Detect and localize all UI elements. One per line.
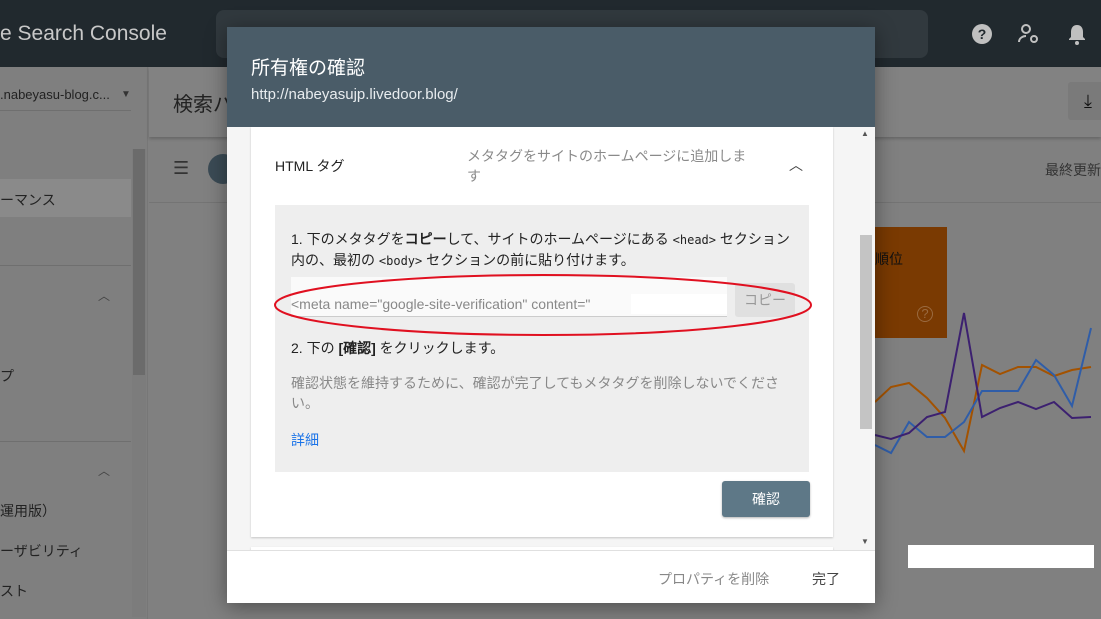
dialog-header: 所有権の確認 http://nabeyasujp.livedoor.blog/ [227, 27, 875, 127]
dialog-body: HTML タグ メタタグをサイトのホームページに追加します ︿ 1. 下のメタタ… [227, 127, 875, 550]
html-tag-method-panel: HTML タグ メタタグをサイトのホームページに追加します ︿ 1. 下のメタタ… [251, 127, 833, 537]
series-purple [874, 312, 1092, 441]
scroll-up-arrow-icon[interactable]: ▲ [861, 129, 869, 138]
instructions-box: 1. 下のメタタグをコピーして、サイトのホームページにある <head> セクシ… [274, 205, 812, 472]
method-name[interactable]: HTML タグ [275, 156, 344, 176]
series-orange [874, 363, 1092, 454]
keep-tag-note: 確認状態を維持するために、確認が完了してもメタタグを削除しないでください。 [291, 375, 780, 411]
method-description[interactable]: メタタグをサイトのホームページに追加します [467, 146, 757, 186]
scroll-down-arrow-icon[interactable]: ▼ [861, 537, 869, 546]
dialog-title: 所有権の確認 [251, 58, 366, 79]
dialog-scrollbar-thumb[interactable] [860, 235, 872, 429]
verify-button[interactable]: 確認 [722, 481, 810, 517]
remove-property-button[interactable]: プロパティを削除 [658, 569, 769, 589]
chevron-up-icon[interactable]: ︿ [789, 155, 803, 175]
step-2-text: 2. 下の [確認] をクリックします。 [291, 340, 505, 356]
dialog-footer: プロパティを削除 完了 [227, 550, 875, 603]
redacted-area [908, 545, 1094, 568]
done-button[interactable]: 完了 [812, 569, 840, 589]
ownership-verification-dialog: 所有権の確認 http://nabeyasujp.livedoor.blog/ … [227, 27, 875, 603]
red-highlight-ellipse [274, 274, 812, 336]
details-link[interactable]: 詳細 [291, 430, 319, 450]
property-url: http://nabeyasujp.livedoor.blog/ [251, 86, 458, 103]
